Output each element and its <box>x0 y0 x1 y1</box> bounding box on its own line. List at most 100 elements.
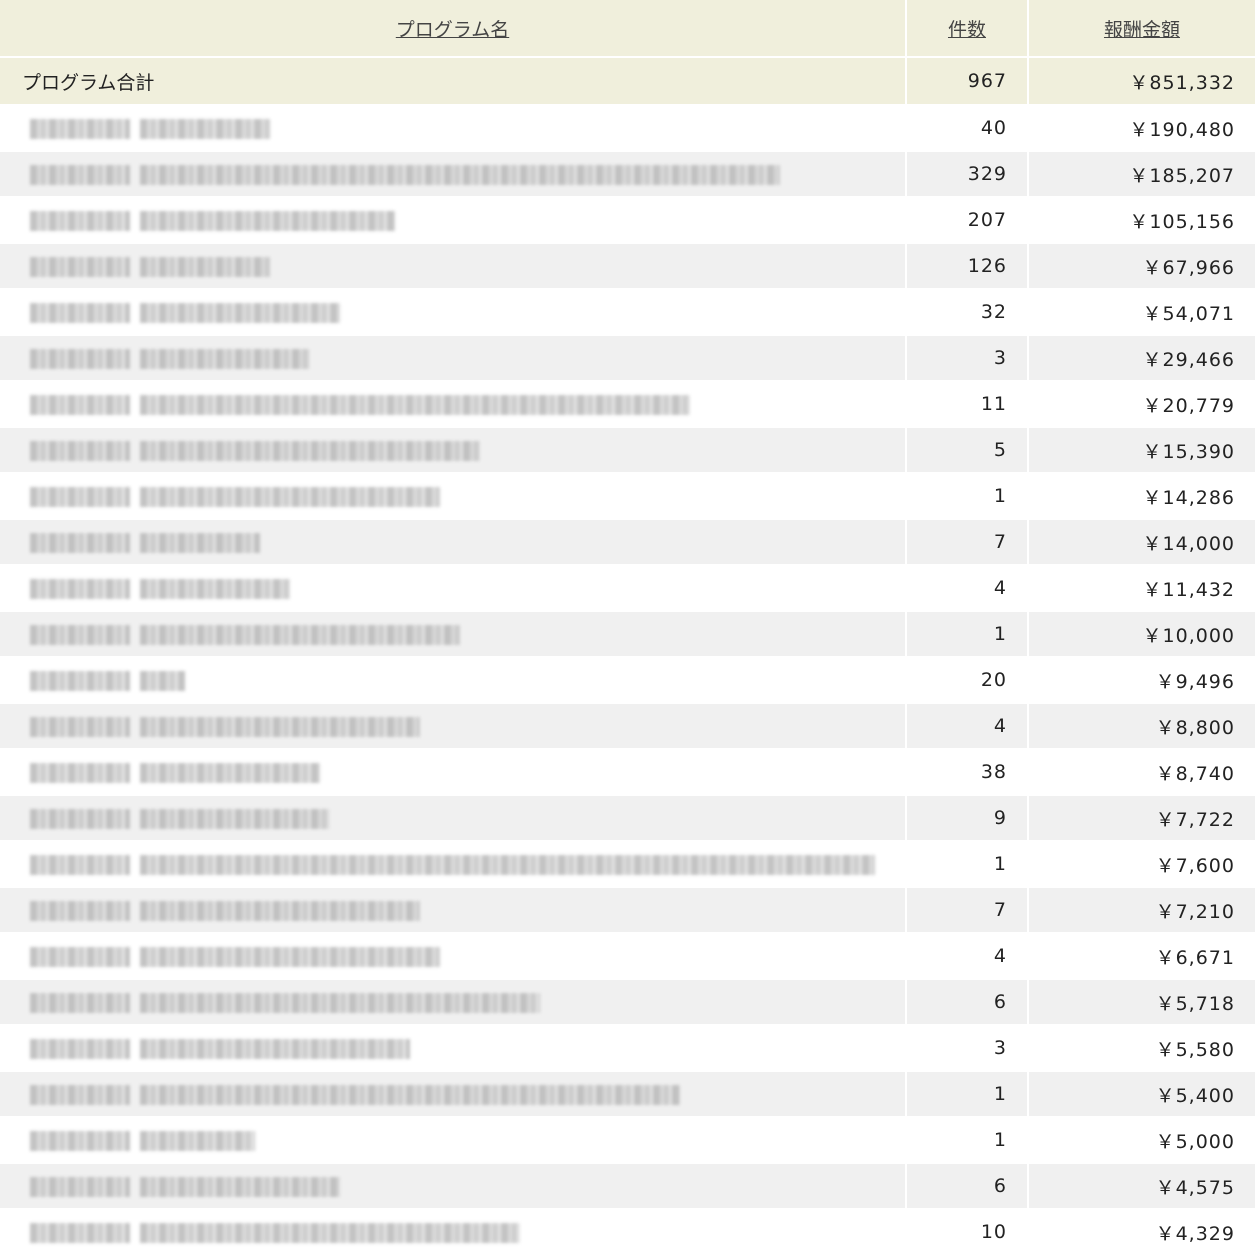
redacted-program-name[interactable] <box>140 302 340 323</box>
redacted-program-name[interactable] <box>140 808 330 829</box>
program-name-cell <box>0 657 907 704</box>
program-name-cell <box>0 1025 907 1072</box>
amount-cell: ￥190,480 <box>1028 105 1256 152</box>
redacted-program-id <box>30 670 130 691</box>
table-row: 126 ￥67,966 <box>0 243 1256 290</box>
redacted-program-name[interactable] <box>140 164 780 185</box>
table-row: 207 ￥105,156 <box>0 197 1256 244</box>
table-row: 1 ￥14,286 <box>0 473 1256 520</box>
program-name-cell <box>0 887 907 934</box>
sort-by-amount-link[interactable]: 報酬金額 <box>1104 19 1180 41</box>
redacted-program-id <box>30 118 130 139</box>
redacted-program-name[interactable] <box>140 992 540 1013</box>
redacted-program-id <box>30 486 130 507</box>
redacted-program-name[interactable] <box>140 1222 520 1243</box>
table-row: 7 ￥14,000 <box>0 519 1256 566</box>
redacted-program-name[interactable] <box>140 578 290 599</box>
redacted-program-id <box>30 1038 130 1059</box>
count-cell: 1 <box>906 1117 1029 1164</box>
count-cell: 6 <box>906 1163 1029 1210</box>
redacted-program-id <box>30 946 130 967</box>
amount-cell: ￥8,800 <box>1028 703 1256 750</box>
header-row: プログラム名 件数 報酬金額 <box>0 0 1256 58</box>
program-name-cell <box>0 611 907 658</box>
total-label: プログラム合計 <box>0 57 907 106</box>
amount-cell: ￥6,671 <box>1028 933 1256 980</box>
table-row: 1 ￥5,400 <box>0 1071 1256 1118</box>
table-row: 4 ￥6,671 <box>0 933 1256 980</box>
total-row: プログラム合計 967 ￥851,332 <box>0 57 1256 106</box>
count-cell: 20 <box>906 657 1029 704</box>
amount-cell: ￥8,740 <box>1028 749 1256 796</box>
table-row: 38 ￥8,740 <box>0 749 1256 796</box>
redacted-program-id <box>30 440 130 461</box>
count-cell: 4 <box>906 565 1029 612</box>
table-row: 9 ￥7,722 <box>0 795 1256 842</box>
redacted-program-id <box>30 1176 130 1197</box>
redacted-program-name[interactable] <box>140 716 420 737</box>
table-row: 4 ￥8,800 <box>0 703 1256 750</box>
program-name-cell <box>0 749 907 796</box>
amount-cell: ￥29,466 <box>1028 335 1256 382</box>
count-cell: 4 <box>906 703 1029 750</box>
header-amount: 報酬金額 <box>1028 0 1256 58</box>
count-cell: 11 <box>906 381 1029 428</box>
redacted-program-name[interactable] <box>140 256 270 277</box>
amount-cell: ￥14,286 <box>1028 473 1256 520</box>
program-name-cell <box>0 197 907 244</box>
table-row: 1 ￥7,600 <box>0 841 1256 888</box>
redacted-program-name[interactable] <box>140 946 440 967</box>
sort-by-count-link[interactable]: 件数 <box>948 19 986 41</box>
table-row: 1 ￥5,000 <box>0 1117 1256 1164</box>
redacted-program-name[interactable] <box>140 532 260 553</box>
redacted-program-name[interactable] <box>140 1084 680 1105</box>
redacted-program-name[interactable] <box>140 118 270 139</box>
redacted-program-name[interactable] <box>140 440 480 461</box>
count-cell: 1 <box>906 841 1029 888</box>
redacted-program-id <box>30 716 130 737</box>
redacted-program-id <box>30 900 130 921</box>
redacted-program-name[interactable] <box>140 1038 410 1059</box>
redacted-program-name[interactable] <box>140 762 320 783</box>
program-name-cell <box>0 473 907 520</box>
amount-cell: ￥20,779 <box>1028 381 1256 428</box>
amount-cell: ￥9,496 <box>1028 657 1256 704</box>
program-name-cell <box>0 565 907 612</box>
amount-cell: ￥15,390 <box>1028 427 1256 474</box>
table-row: 3 ￥5,580 <box>0 1025 1256 1072</box>
table-row: 40 ￥190,480 <box>0 105 1256 152</box>
redacted-program-name[interactable] <box>140 394 690 415</box>
program-name-cell <box>0 1209 907 1256</box>
redacted-program-name[interactable] <box>140 486 440 507</box>
redacted-program-id <box>30 256 130 277</box>
redacted-program-id <box>30 348 130 369</box>
redacted-program-name[interactable] <box>140 670 185 691</box>
redacted-program-name[interactable] <box>140 210 395 231</box>
count-cell: 329 <box>906 151 1029 198</box>
program-name-cell <box>0 1071 907 1118</box>
redacted-program-name[interactable] <box>140 624 460 645</box>
program-name-cell <box>0 933 907 980</box>
program-name-cell <box>0 381 907 428</box>
table-row: 20 ￥9,496 <box>0 657 1256 704</box>
count-cell: 6 <box>906 979 1029 1026</box>
table-row: 6 ￥4,575 <box>0 1163 1256 1210</box>
redacted-program-id <box>30 854 130 875</box>
redacted-program-name[interactable] <box>140 348 310 369</box>
amount-cell: ￥185,207 <box>1028 151 1256 198</box>
table-row: 3 ￥29,466 <box>0 335 1256 382</box>
count-cell: 126 <box>906 243 1029 290</box>
sort-by-program-name-link[interactable]: プログラム名 <box>396 19 509 41</box>
redacted-program-name[interactable] <box>140 854 875 875</box>
header-program-name: プログラム名 <box>0 0 907 58</box>
table-row: 5 ￥15,390 <box>0 427 1256 474</box>
redacted-program-name[interactable] <box>140 900 420 921</box>
program-name-cell <box>0 289 907 336</box>
redacted-program-name[interactable] <box>140 1130 255 1151</box>
amount-cell: ￥5,400 <box>1028 1071 1256 1118</box>
redacted-program-id <box>30 1222 130 1243</box>
redacted-program-name[interactable] <box>140 1176 340 1197</box>
count-cell: 38 <box>906 749 1029 796</box>
count-cell: 4 <box>906 933 1029 980</box>
table-row: 32 ￥54,071 <box>0 289 1256 336</box>
